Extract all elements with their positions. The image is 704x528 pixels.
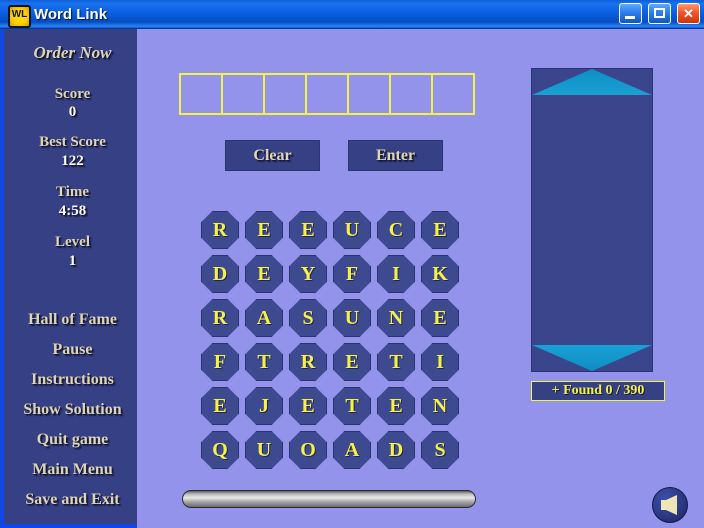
word-slot[interactable] (389, 73, 433, 115)
letter-tile[interactable]: E (421, 211, 459, 249)
letter-tile[interactable]: C (377, 211, 415, 249)
score-label: Score (54, 86, 91, 102)
window-title: Word Link (34, 6, 108, 23)
sidebar-item-pause[interactable]: Pause (8, 341, 137, 359)
letter-tile[interactable]: Y (289, 255, 327, 293)
letter-tile[interactable]: J (245, 387, 283, 425)
enter-button[interactable]: Enter (348, 140, 443, 171)
letter-tile[interactable]: T (377, 343, 415, 381)
word-slot[interactable] (305, 73, 349, 115)
sidebar: Order Now Score 0 Best Score 122 Time 4:… (0, 29, 137, 528)
word-slot[interactable] (221, 73, 265, 115)
window-controls: ✕ (617, 3, 700, 26)
sidebar-item-main-menu[interactable]: Main Menu (8, 461, 137, 479)
sidebar-item-show-solution[interactable]: Show Solution (8, 401, 137, 419)
letter-tile[interactable]: E (421, 299, 459, 337)
letter-tile[interactable]: K (421, 255, 459, 293)
word-link-window: WL Word Link ✕ Order Now Score 0 Best Sc… (0, 0, 704, 528)
letter-tile[interactable]: E (289, 387, 327, 425)
main-area: Clear Enter R E E U C E D E Y F I K R A (137, 29, 704, 528)
best-score-value: 122 (61, 153, 84, 169)
sidebar-item-save-and-exit[interactable]: Save and Exit (8, 491, 137, 509)
letter-tile[interactable]: U (245, 431, 283, 469)
found-counter[interactable]: + Found 0 / 390 (531, 381, 665, 401)
timer-progress-bar (182, 490, 476, 508)
best-score-label: Best Score (39, 134, 106, 150)
order-now-link[interactable]: Order Now (8, 43, 137, 63)
word-slot[interactable] (263, 73, 307, 115)
clear-button[interactable]: Clear (225, 140, 320, 171)
letter-tile[interactable]: E (245, 255, 283, 293)
letter-tile[interactable]: O (289, 431, 327, 469)
word-slot[interactable] (179, 73, 223, 115)
letter-tile[interactable]: E (201, 387, 239, 425)
letter-tile[interactable]: S (421, 431, 459, 469)
letter-tile[interactable]: E (245, 211, 283, 249)
maximize-icon[interactable] (648, 3, 671, 24)
level-label: Level (55, 234, 90, 250)
letter-tile[interactable]: I (421, 343, 459, 381)
title-bar: WL Word Link ✕ (0, 0, 704, 29)
letter-tile[interactable]: F (201, 343, 239, 381)
speaker-icon[interactable] (652, 487, 688, 523)
letter-tile[interactable]: R (201, 299, 239, 337)
score-value: 0 (68, 104, 77, 120)
level-value: 1 (68, 253, 77, 269)
wl-app-icon: WL (8, 5, 31, 28)
letter-tile[interactable]: D (201, 255, 239, 293)
letter-tile[interactable]: S (289, 299, 327, 337)
found-words-list[interactable] (536, 99, 648, 339)
letter-tile[interactable]: U (333, 299, 371, 337)
letter-tile[interactable]: E (377, 387, 415, 425)
word-slot[interactable] (347, 73, 391, 115)
letter-tile[interactable]: A (245, 299, 283, 337)
letter-tile[interactable]: N (421, 387, 459, 425)
letter-tile[interactable]: N (377, 299, 415, 337)
found-words-panel (531, 68, 653, 372)
letter-tile[interactable]: Q (201, 431, 239, 469)
sidebar-item-instructions[interactable]: Instructions (8, 371, 137, 389)
letter-tile[interactable]: A (333, 431, 371, 469)
letter-tile[interactable]: I (377, 255, 415, 293)
letter-tile[interactable]: R (289, 343, 327, 381)
letter-tile[interactable]: T (333, 387, 371, 425)
letter-tile[interactable]: U (333, 211, 371, 249)
letter-tile[interactable]: T (245, 343, 283, 381)
minimize-icon[interactable] (619, 3, 642, 24)
sidebar-item-quit-game[interactable]: Quit game (8, 431, 137, 449)
letter-tile[interactable]: E (289, 211, 327, 249)
letter-tile[interactable]: F (333, 255, 371, 293)
time-label: Time (55, 184, 90, 200)
letter-tile[interactable]: D (377, 431, 415, 469)
scroll-up-arrow[interactable] (532, 69, 652, 95)
word-slot[interactable] (431, 73, 475, 115)
close-icon[interactable]: ✕ (677, 3, 700, 24)
sidebar-item-hall-of-fame[interactable]: Hall of Fame (8, 311, 137, 329)
time-value: 4:58 (58, 203, 87, 219)
letter-tile[interactable]: E (333, 343, 371, 381)
letter-tile[interactable]: R (201, 211, 239, 249)
word-entry-slots (179, 73, 475, 115)
scroll-down-arrow[interactable] (532, 345, 652, 371)
